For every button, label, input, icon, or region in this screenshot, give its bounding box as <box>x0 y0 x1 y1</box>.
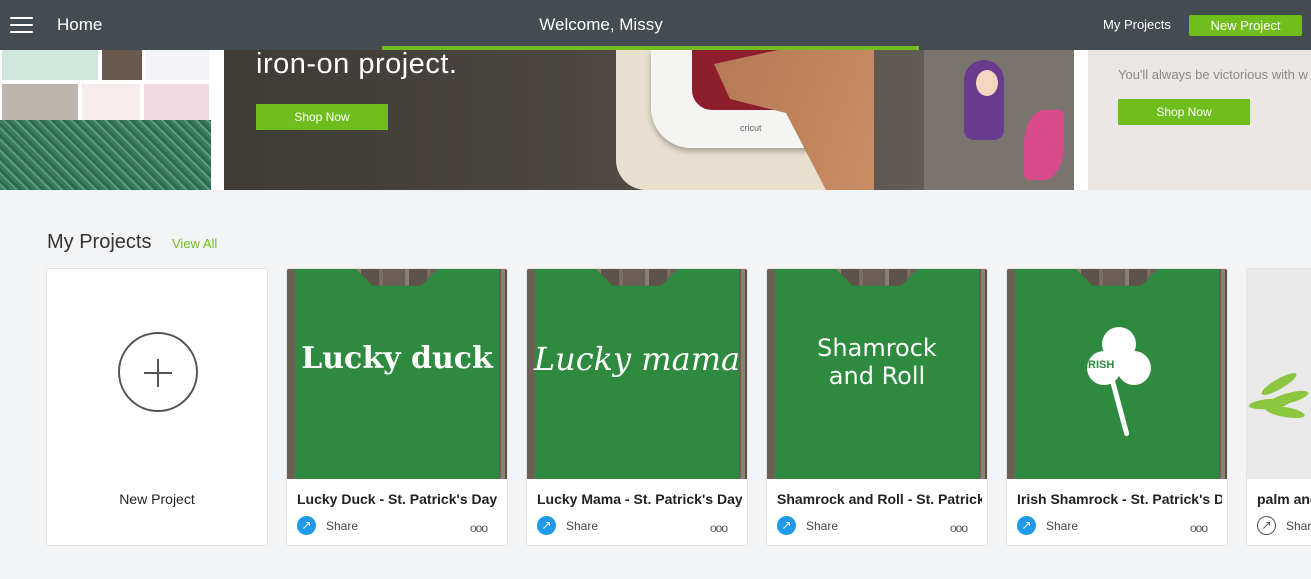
project-title[interactable]: palm and <box>1257 491 1311 507</box>
my-projects-link[interactable]: My Projects <box>1103 17 1171 32</box>
promo-banner-carousel: iron-on project. Shop Now cricut You'll … <box>0 50 1311 190</box>
project-card-shamrock-and-roll[interactable]: Shamrock and Roll Shamrock and Roll - St… <box>766 268 988 546</box>
project-thumbnail[interactable]: Lucky duck <box>287 269 507 479</box>
mermaid-tail <box>1024 110 1064 180</box>
banner-slide-current[interactable]: iron-on project. Shop Now cricut <box>224 50 1074 190</box>
tshirt-print-text: Lucky mama <box>533 340 741 378</box>
view-all-link[interactable]: View All <box>172 236 217 251</box>
project-thumbnail[interactable]: IRISH <box>1007 269 1227 479</box>
tshirt-print-text: Lucky duck <box>301 341 493 376</box>
project-title[interactable]: Lucky Mama - St. Patrick's Day <box>537 491 742 507</box>
project-thumbnail[interactable]: Shamrock and Roll <box>767 269 987 479</box>
more-options-icon[interactable]: ooo <box>950 521 968 535</box>
mermaid-face <box>976 70 998 96</box>
top-bar: Home Welcome, Missy My Projects New Proj… <box>0 0 1311 50</box>
share-icon[interactable] <box>297 516 316 535</box>
shop-now-button[interactable]: Shop Now <box>256 104 388 130</box>
more-options-icon[interactable]: ooo <box>710 521 728 535</box>
project-thumbnail[interactable] <box>1247 269 1311 479</box>
plus-circle-icon <box>118 332 198 412</box>
share-icon[interactable] <box>777 516 796 535</box>
tshirt-print-text: Shamrock and Roll <box>767 334 987 390</box>
share-label[interactable]: Share <box>566 519 598 533</box>
more-options-icon[interactable]: ooo <box>470 521 488 535</box>
heat-press-logo: cricut <box>740 123 762 133</box>
banner-tagline: You'll always be victorious with w <box>1118 67 1308 82</box>
share-label[interactable]: Share <box>806 519 838 533</box>
project-title[interactable]: Shamrock and Roll - St. Patrick's Day <box>777 491 982 507</box>
share-label[interactable]: Share <box>1046 519 1078 533</box>
tshirt-print-line-1: Shamrock <box>817 334 937 362</box>
project-card-lucky-duck[interactable]: Lucky duck Lucky Duck - St. Patrick's Da… <box>286 268 508 546</box>
banner-headline: iron-on project. <box>256 50 458 80</box>
share-label[interactable]: Share <box>326 519 358 533</box>
project-thumbnail[interactable]: Lucky mama <box>527 269 747 479</box>
project-title[interactable]: Lucky Duck - St. Patrick's Day <box>297 491 502 507</box>
banner-slide-previous[interactable] <box>0 50 211 190</box>
section-title-my-projects: My Projects <box>47 231 152 253</box>
project-card-irish-shamrock[interactable]: IRISH Irish Shamrock - St. Patrick's Day… <box>1006 268 1228 546</box>
share-label[interactable]: Share <box>1286 519 1311 533</box>
project-title[interactable]: Irish Shamrock - St. Patrick's Day <box>1017 491 1222 507</box>
new-project-button[interactable]: New Project <box>1189 15 1302 36</box>
welcome-message: Welcome, Missy <box>539 15 663 34</box>
project-card-lucky-mama[interactable]: Lucky mama Lucky Mama - St. Patrick's Da… <box>526 268 748 546</box>
more-options-icon[interactable]: ooo <box>1190 521 1208 535</box>
tshirt-print-line-2: and Roll <box>828 362 926 390</box>
share-icon[interactable] <box>1257 516 1276 535</box>
new-project-label: New Project <box>119 491 195 507</box>
palm-leaf-image <box>1248 369 1311 439</box>
shop-now-button-2[interactable]: Shop Now <box>1118 99 1250 125</box>
project-card-palm[interactable]: palm and Share <box>1246 268 1311 546</box>
tshirt-print-text: IRISH <box>1085 359 1115 371</box>
banner-slide-next[interactable]: You'll always be victorious with w Shop … <box>1088 50 1311 190</box>
share-icon[interactable] <box>537 516 556 535</box>
share-icon[interactable] <box>1017 516 1036 535</box>
new-project-card[interactable]: New Project <box>46 268 268 546</box>
